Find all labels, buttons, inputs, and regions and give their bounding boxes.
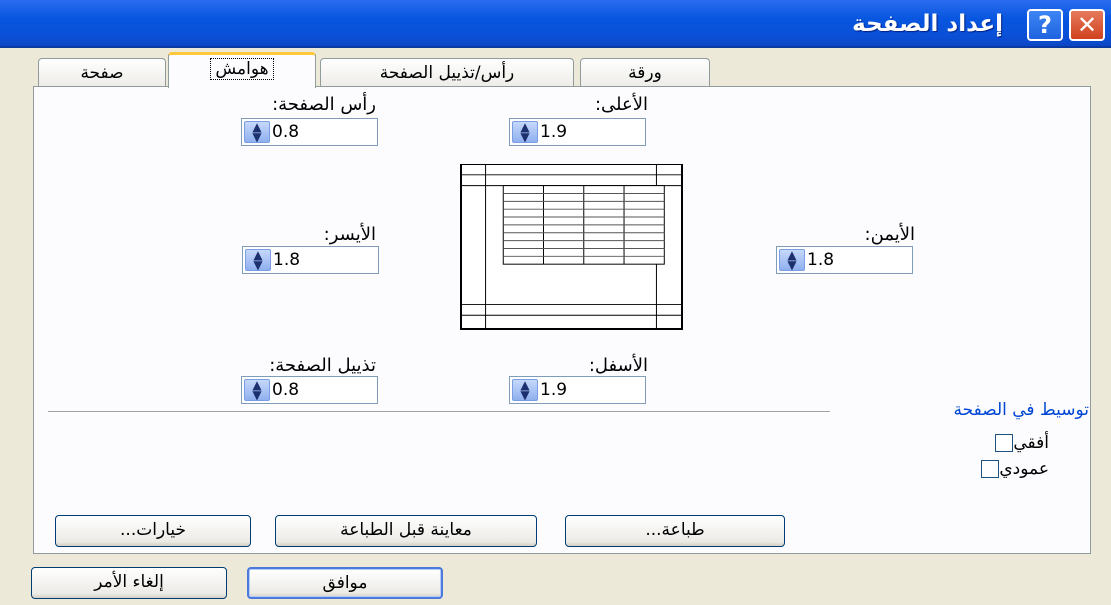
left-margin-label: الأيسر: [323,224,376,245]
footer-margin-label: تذييل الصفحة: [269,355,376,376]
up-down-arrows-icon[interactable]: ▲ ▼ [244,121,270,143]
tab-header-footer[interactable]: رأس/تذييل الصفحة [320,58,574,88]
footer-margin-spinner[interactable]: ▲ ▼ 0.8 [241,376,378,404]
header-margin-spinner[interactable]: ▲ ▼ 0.8 [241,118,378,146]
page-preview [460,164,683,330]
left-margin-value: 1.8 [273,250,301,270]
up-down-arrows-icon[interactable]: ▲ ▼ [512,379,538,401]
title-bar[interactable]: إعداد الصفحة ? ✕ [0,0,1111,48]
right-margin-label: الأيمن: [864,224,915,245]
up-down-arrows-icon[interactable]: ▲ ▼ [512,121,538,143]
horizontally-check-box[interactable] [995,434,1014,452]
header-margin-label: رأس الصفحة: [272,94,376,115]
options-button[interactable]: خيارات... [55,515,251,547]
up-down-arrows-icon[interactable]: ▲ ▼ [244,379,270,401]
right-margin-value: 1.8 [807,250,835,270]
footer-margin-value: 0.8 [272,380,300,400]
dialog-title: إعداد الصفحة [852,11,1003,37]
horizontally-label: أفقي [1013,433,1049,453]
tab-page[interactable]: صفحة [38,58,166,88]
up-down-arrows-icon[interactable]: ▲ ▼ [779,249,805,271]
group-separator [48,411,830,413]
print-preview-button[interactable]: معاينة قبل الطباعة [275,515,537,547]
tab-page-label: صفحة [80,63,124,83]
vertically-check-box[interactable] [981,460,1000,478]
horizontally-checkbox[interactable]: أفقي [989,432,1049,454]
tab-margins[interactable]: هوامش [168,52,316,88]
header-margin-value: 0.8 [272,122,300,142]
up-down-arrows-icon[interactable]: ▲ ▼ [245,249,271,271]
left-margin-spinner[interactable]: ▲ ▼ 1.8 [242,246,379,274]
top-margin-value: 1.9 [540,122,568,142]
tab-margins-label: هوامش [210,58,274,80]
print-button[interactable]: طباعة... [565,515,785,547]
bottom-margin-value: 1.9 [540,380,568,400]
center-on-page-title: توسيط في الصفحة [953,400,1089,420]
close-icon[interactable]: ✕ [1069,9,1105,41]
bottom-margin-label: الأسفل: [588,355,648,376]
vertically-label: عمودي [999,459,1049,479]
page-setup-dialog: إعداد الصفحة ? ✕ ورقة رأس/تذييل الصفحة ه… [0,0,1111,605]
tab-header-footer-label: رأس/تذييل الصفحة [379,63,515,83]
tab-sheet[interactable]: ورقة [580,58,710,88]
tab-sheet-label: ورقة [628,63,662,83]
ok-button[interactable]: موافق [247,567,443,599]
top-margin-label: الأعلى: [594,94,648,115]
bottom-margin-spinner[interactable]: ▲ ▼ 1.9 [509,376,646,404]
vertically-checkbox[interactable]: عمودي [975,458,1049,480]
top-margin-spinner[interactable]: ▲ ▼ 1.9 [509,118,646,146]
right-margin-spinner[interactable]: ▲ ▼ 1.8 [776,246,913,274]
help-icon[interactable]: ? [1027,9,1063,41]
cancel-button[interactable]: إلغاء الأمر [31,567,227,599]
